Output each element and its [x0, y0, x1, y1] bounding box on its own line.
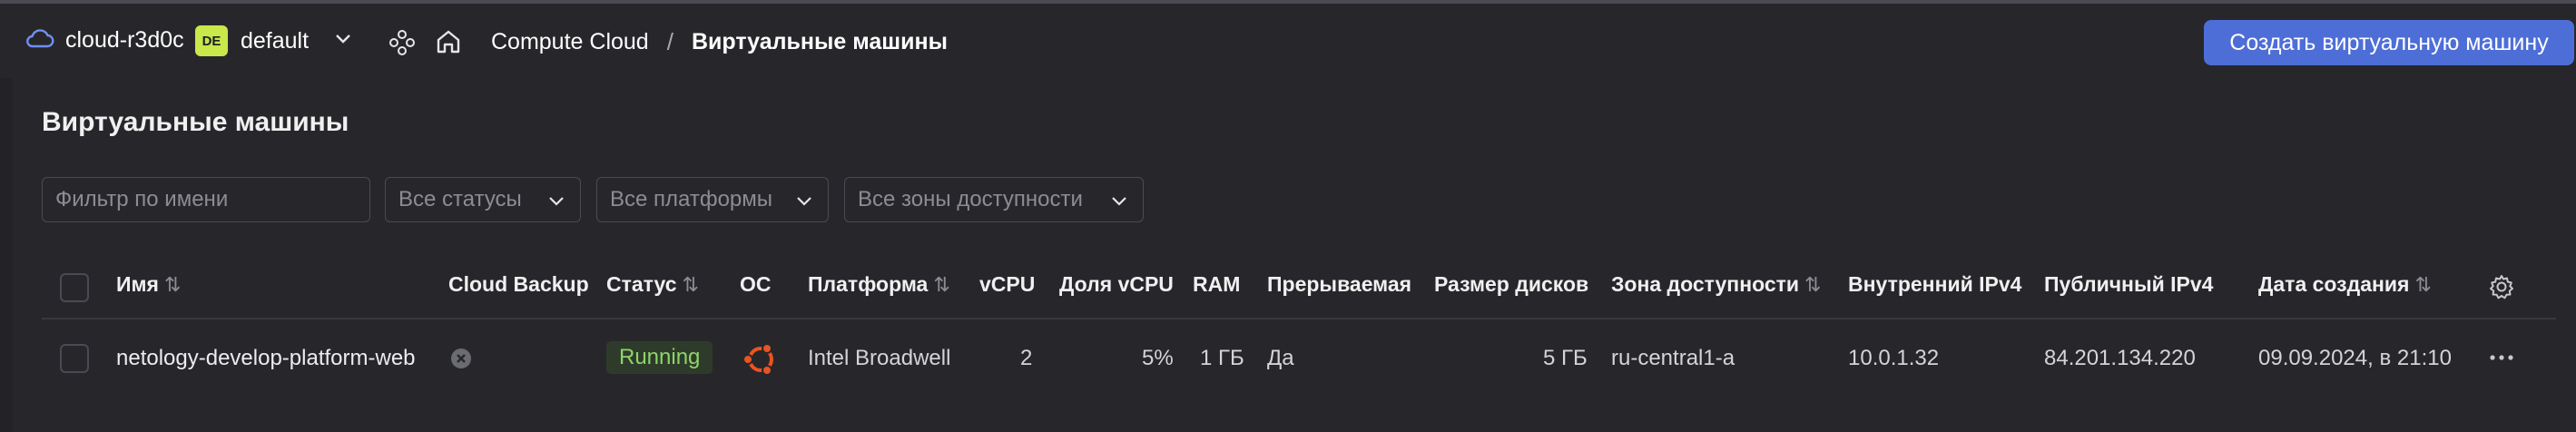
name-filter-placeholder: Фильтр по имени: [55, 187, 229, 211]
vcpu-share-value: 5%: [1142, 346, 1174, 370]
column-header-ram: RAM: [1193, 272, 1241, 296]
column-header-public-ip: Публичный IPv4: [2044, 272, 2214, 296]
column-header-name[interactable]: Имя ⇅: [116, 272, 181, 297]
name-filter-input[interactable]: Фильтр по имени: [42, 177, 370, 222]
breadcrumb-current: Виртуальные машины: [691, 28, 948, 54]
platform-value: Intel Broadwell: [808, 346, 951, 370]
sort-icon[interactable]: ⇅: [2414, 273, 2431, 296]
zone-value: ru-central1-a: [1611, 346, 1735, 370]
status-filter-value: Все статусы: [398, 187, 522, 211]
preemptible-value: Да: [1267, 346, 1294, 370]
cloud-selector[interactable]: cloud-r3d0c: [25, 20, 184, 60]
column-header-disk-size: Размер дисков: [1434, 272, 1589, 296]
column-header-platform[interactable]: Платформа ⇅: [808, 272, 950, 297]
chevron-down-icon: [547, 191, 565, 216]
zone-filter-select[interactable]: Все зоны доступности: [844, 177, 1144, 222]
column-header-zone[interactable]: Зона доступности ⇅: [1611, 272, 1821, 297]
breadcrumb: Compute Cloud / Виртуальные машины: [491, 24, 948, 60]
sort-icon[interactable]: ⇅: [164, 273, 181, 296]
gear-icon[interactable]: [2488, 273, 2515, 305]
column-header-status[interactable]: Статус ⇅: [606, 272, 699, 297]
ubuntu-icon: [741, 339, 781, 384]
column-header-backup: Cloud Backup: [448, 272, 589, 296]
column-label: Зона доступности: [1611, 272, 1800, 296]
column-label: Имя: [116, 272, 159, 296]
vm-name[interactable]: netology-develop-platform-web: [116, 346, 416, 371]
sort-icon[interactable]: ⇅: [933, 273, 949, 296]
public-ip-value: 84.201.134.220: [2044, 346, 2196, 370]
vcpu-value: 2: [1020, 346, 1033, 370]
created-value: 09.09.2024, в 21:10: [2258, 346, 2452, 370]
backup-off-icon: [450, 348, 472, 374]
cloud-icon: [25, 27, 54, 54]
sort-icon[interactable]: ⇅: [1804, 273, 1821, 296]
select-all-checkbox[interactable]: [60, 273, 89, 302]
sort-icon[interactable]: ⇅: [683, 273, 699, 296]
column-header-vcpu-share: Доля vCPU: [1059, 272, 1174, 296]
folder-badge: DE: [195, 25, 228, 56]
left-gutter: [0, 78, 13, 432]
zone-filter-value: Все зоны доступности: [858, 187, 1083, 211]
row-checkbox[interactable]: [60, 344, 89, 373]
create-vm-button[interactable]: Создать виртуальную машину: [2204, 20, 2574, 65]
more-actions-icon[interactable]: [2488, 349, 2515, 371]
folder-name: default: [241, 27, 310, 54]
top-bar: cloud-r3d0c DE default Compute Cloud / В…: [0, 0, 2576, 78]
column-header-vcpu: vCPU: [979, 272, 1036, 296]
platform-filter-value: Все платформы: [610, 187, 773, 211]
services-icon[interactable]: [388, 29, 416, 61]
platform-filter-select[interactable]: Все платформы: [596, 177, 829, 222]
chevron-down-icon: [1110, 191, 1128, 216]
column-label: Статус: [606, 272, 677, 296]
chevron-down-icon: [795, 191, 813, 216]
internal-ip-value: 10.0.1.32: [1848, 346, 1940, 370]
main-panel: [13, 78, 2576, 432]
status-badge: Running: [606, 341, 713, 374]
breadcrumb-compute-cloud[interactable]: Compute Cloud: [491, 29, 649, 55]
home-icon[interactable]: [434, 27, 463, 61]
column-label: Платформа: [808, 272, 929, 296]
breadcrumb-separator: /: [666, 27, 673, 55]
chevron-down-icon: [334, 33, 352, 50]
disk-size-value: 5 ГБ: [1543, 346, 1588, 370]
ram-value: 1 ГБ: [1200, 346, 1244, 370]
page-title: Виртуальные машины: [42, 107, 349, 137]
column-label: Дата создания: [2258, 272, 2410, 296]
header-divider: [42, 318, 2556, 319]
cloud-name: cloud-r3d0c: [65, 26, 184, 53]
column-header-preemptible: Прерываемая: [1267, 272, 1412, 296]
column-header-created[interactable]: Дата создания ⇅: [2258, 272, 2432, 297]
status-filter-select[interactable]: Все статусы: [385, 177, 581, 222]
column-header-os: ОС: [740, 272, 772, 296]
folder-selector[interactable]: DE default: [195, 23, 352, 59]
column-header-internal-ip: Внутренний IPv4: [1848, 272, 2022, 296]
